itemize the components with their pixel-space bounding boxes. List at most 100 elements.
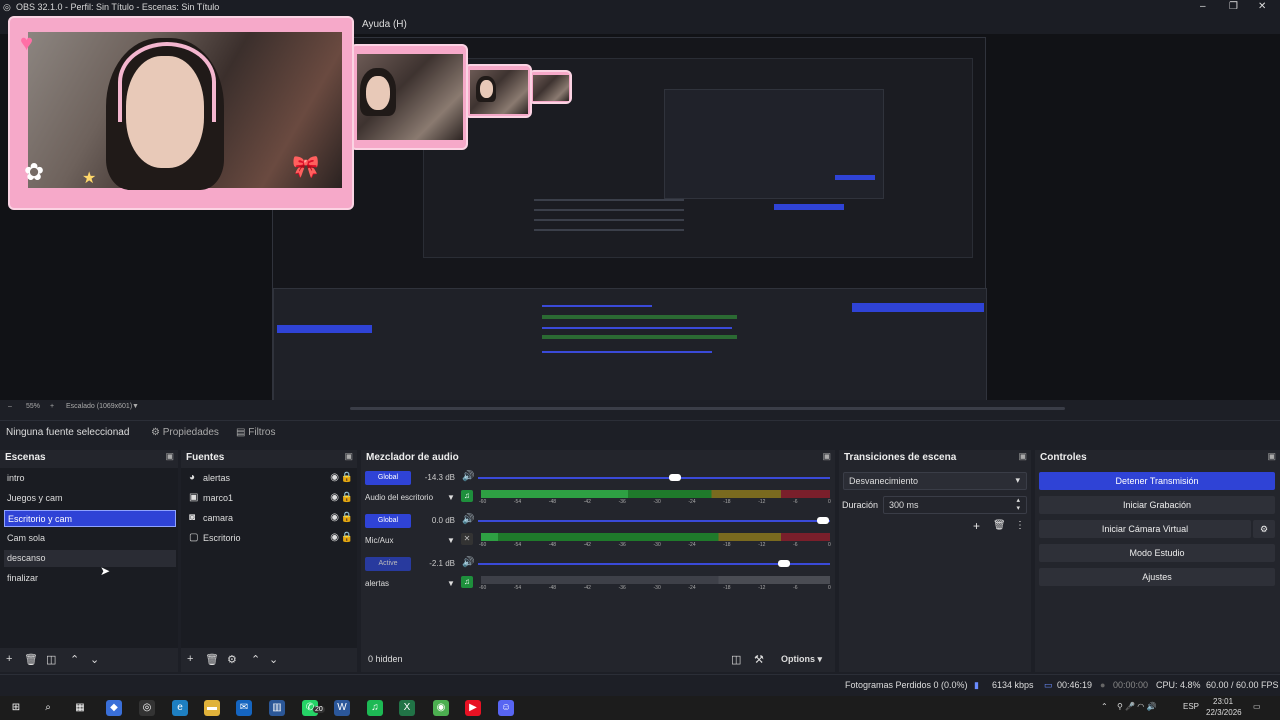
spin-arrows-icon[interactable]: ▴ ▾	[1016, 497, 1020, 513]
scene-filters-button[interactable]: ◫	[46, 653, 56, 666]
channel-mode-badge[interactable]: Active	[365, 557, 411, 571]
scale-tick-label: 0	[828, 499, 831, 505]
speaker-icon[interactable]: 🔊	[462, 557, 474, 568]
scene-item[interactable]: intro	[4, 470, 176, 487]
edge-icon[interactable]: e	[172, 700, 188, 716]
scene-item[interactable]: Juegos y cam	[4, 490, 176, 507]
visibility-eye-icon[interactable]: ◉	[330, 532, 339, 543]
source-settings-button[interactable]: ⚙	[227, 653, 237, 666]
add-source-button[interactable]: +	[187, 653, 193, 665]
virtual-camera-button[interactable]: Iniciar Cámara Virtual	[1039, 520, 1251, 538]
volume-slider[interactable]	[478, 474, 830, 481]
scene-item[interactable]: finalizar	[4, 570, 176, 587]
minimize-button[interactable]: –	[1200, 1, 1206, 12]
search-icon[interactable]: ⌕	[40, 700, 56, 716]
transition-type-select[interactable]: Desvanecimiento ▾	[843, 472, 1027, 490]
preview-canvas[interactable]: ♥ 🎀 ★ ✿	[0, 16, 1280, 404]
duration-spinbox[interactable]: 300 ms ▴ ▾	[883, 496, 1027, 514]
visibility-eye-icon[interactable]: ◉	[330, 472, 339, 483]
word-icon[interactable]: W	[334, 700, 350, 716]
zoom-in-button[interactable]: +	[50, 403, 54, 410]
float-dock-icon[interactable]: ▣	[165, 451, 174, 462]
windows-start-icon[interactable]: ⊞	[8, 700, 24, 716]
excel-icon[interactable]: X	[399, 700, 415, 716]
channel-mode-badge[interactable]: Global	[365, 471, 411, 485]
move-down-button[interactable]: ⌄	[90, 653, 99, 666]
settings-button[interactable]: Ajustes	[1039, 568, 1275, 586]
copilot-icon[interactable]: ◆	[106, 700, 122, 716]
headphone-monitor-icon[interactable]: ♫	[461, 576, 473, 588]
source-item[interactable]: ▣ marco1 ◉ 🔒	[187, 490, 357, 507]
stop-stream-button[interactable]: Detener Transmisión	[1039, 472, 1275, 490]
layout-icon[interactable]: ◫	[731, 653, 741, 666]
move-down-button[interactable]: ⌄	[269, 653, 278, 666]
float-dock-icon[interactable]: ▣	[1267, 451, 1276, 462]
add-transition-button[interactable]: +	[973, 519, 980, 533]
calculator-icon[interactable]: ▥	[269, 700, 285, 716]
source-item[interactable]: ▢ Escritorio ◉ 🔒	[187, 530, 357, 547]
add-scene-button[interactable]: +	[6, 653, 12, 665]
move-up-button[interactable]: ⌃	[251, 653, 260, 666]
file-explorer-icon[interactable]: ▬	[204, 700, 220, 716]
task-view-icon[interactable]: ▦	[72, 700, 88, 716]
chevron-down-icon[interactable]: ▼	[447, 536, 455, 545]
chrome-icon[interactable]: ◉	[433, 700, 449, 716]
visibility-eye-icon[interactable]: ◉	[330, 512, 339, 523]
close-button[interactable]: ✕	[1258, 1, 1266, 12]
clock-date[interactable]: 22/3/2026	[1206, 708, 1242, 717]
chevron-down-icon[interactable]: ▼	[447, 493, 455, 502]
volume-knob[interactable]	[669, 474, 682, 481]
more-options-icon[interactable]: ⋮	[1015, 520, 1025, 531]
remove-transition-button[interactable]: 🗑	[993, 520, 1006, 531]
scene-item[interactable]: descanso	[4, 550, 176, 567]
volume-slider[interactable]	[478, 517, 830, 524]
visibility-eye-icon[interactable]: ◉	[330, 492, 339, 503]
advanced-audio-icon[interactable]: ⚒	[754, 653, 764, 666]
outlook-icon[interactable]: ✉	[236, 700, 252, 716]
source-item[interactable]: ◙ camara ◉ 🔒	[187, 510, 357, 527]
chevron-down-icon[interactable]: ▼	[447, 579, 455, 588]
lock-icon[interactable]: 🔒	[341, 472, 353, 483]
properties-button[interactable]: ⚙ Propiedades	[151, 427, 219, 438]
studio-mode-button[interactable]: Modo Estudio	[1039, 544, 1275, 562]
move-up-button[interactable]: ⌃	[70, 653, 79, 666]
language-indicator[interactable]: ESP	[1183, 702, 1199, 711]
preview-scrollbar[interactable]	[350, 407, 1065, 410]
lock-icon[interactable]: 🔒	[341, 492, 353, 503]
headphone-monitor-icon[interactable]: ✕	[461, 533, 473, 545]
tray-chevron-icon[interactable]: ⌃	[1101, 702, 1108, 711]
channel-mode-badge[interactable]: Global	[365, 514, 411, 528]
filters-button[interactable]: ▤ Filtros	[236, 427, 275, 438]
source-item[interactable]: ◕ alertas ◉ 🔒	[187, 470, 357, 487]
float-dock-icon[interactable]: ▣	[822, 451, 831, 462]
discord-icon[interactable]: ☺	[498, 700, 514, 716]
float-dock-icon[interactable]: ▣	[344, 451, 353, 462]
remove-scene-button[interactable]: 🗑	[24, 653, 38, 666]
volume-knob[interactable]	[778, 560, 791, 567]
chevron-down-icon[interactable]: ▼	[132, 403, 139, 410]
clock-time[interactable]: 23:01	[1213, 697, 1233, 706]
zoom-out-button[interactable]: –	[8, 403, 12, 410]
remove-source-button[interactable]: 🗑	[205, 653, 219, 666]
speaker-icon[interactable]: 🔊	[462, 514, 474, 525]
tray-icons[interactable]: ⚲ 🎤 ◠ 🔊	[1117, 702, 1156, 711]
options-button[interactable]: Options ▾	[781, 654, 822, 665]
nested-highlight	[774, 204, 844, 210]
lock-icon[interactable]: 🔒	[341, 532, 353, 543]
scene-item[interactable]: Cam sola	[4, 530, 176, 547]
spotify-icon[interactable]: ♫	[367, 700, 383, 716]
virtual-camera-settings-button[interactable]: ⚙	[1253, 520, 1275, 538]
volume-knob[interactable]	[816, 517, 829, 524]
media-player-icon[interactable]: ▶	[465, 700, 481, 716]
volume-slider[interactable]	[478, 560, 830, 567]
start-recording-button[interactable]: Iniciar Grabación	[1039, 496, 1275, 514]
headphone-monitor-icon[interactable]: ♫	[461, 490, 473, 502]
lock-icon[interactable]: 🔒	[341, 512, 353, 523]
scene-item[interactable]: Escritorio y cam	[4, 510, 176, 527]
obs-app-icon[interactable]: ◎	[139, 700, 155, 716]
speaker-icon[interactable]: 🔊	[462, 471, 474, 482]
float-dock-icon[interactable]: ▣	[1018, 451, 1027, 462]
menu-help[interactable]: Ayuda (H)	[362, 19, 407, 30]
maximize-button[interactable]: ❐	[1229, 1, 1238, 12]
notifications-icon[interactable]: ▭	[1253, 702, 1261, 711]
